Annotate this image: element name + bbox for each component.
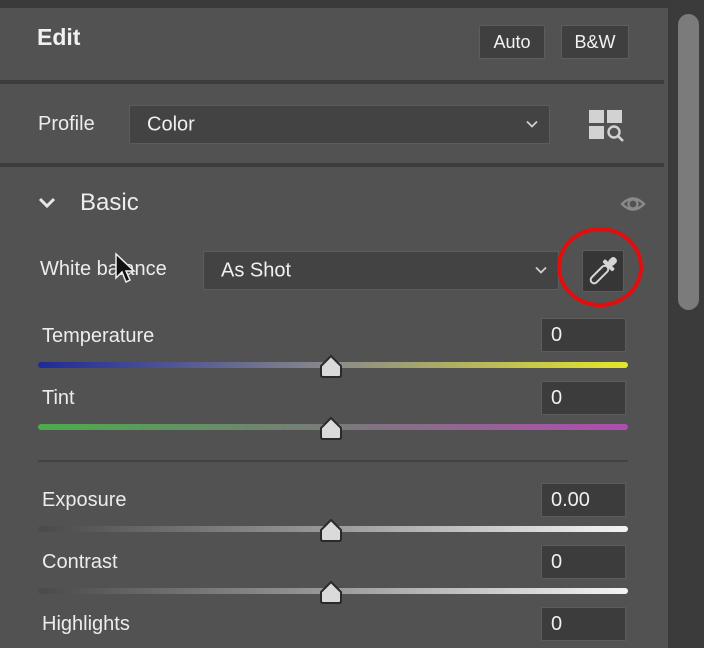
exposure-input[interactable]: 0.00 xyxy=(541,483,626,517)
white-balance-select[interactable]: As Shot xyxy=(203,251,559,290)
slider-label-tint: Tint xyxy=(42,387,75,409)
divider xyxy=(0,163,664,167)
slider-label-temperature: Temperature xyxy=(42,325,155,347)
bw-button[interactable]: B&W xyxy=(561,25,629,59)
chevron-down-icon xyxy=(526,120,538,128)
contrast-input[interactable]: 0 xyxy=(541,545,626,579)
profile-select-value: Color xyxy=(147,113,195,135)
auto-button[interactable]: Auto xyxy=(479,25,545,59)
section-title-basic[interactable]: Basic xyxy=(80,189,139,217)
exposure-slider-thumb[interactable] xyxy=(318,518,344,542)
highlight-annotation-circle xyxy=(557,227,643,307)
white-balance-value: As Shot xyxy=(221,259,292,281)
profile-browser-grid-icon[interactable] xyxy=(589,110,625,144)
slider-label-exposure: Exposure xyxy=(42,489,127,511)
temperature-input[interactable]: 0 xyxy=(541,318,626,352)
panel-title: Edit xyxy=(37,24,81,50)
profile-select[interactable]: Color xyxy=(129,105,550,144)
divider xyxy=(0,80,664,84)
window-top-edge xyxy=(0,0,704,8)
temperature-slider-thumb[interactable] xyxy=(318,354,344,378)
contrast-slider-thumb[interactable] xyxy=(318,580,344,604)
divider xyxy=(38,460,628,462)
profile-label: Profile xyxy=(38,113,95,135)
slider-label-contrast: Contrast xyxy=(42,551,118,573)
white-balance-label: White balance xyxy=(40,258,167,280)
mouse-cursor-icon xyxy=(115,252,136,284)
tint-input[interactable]: 0 xyxy=(541,381,626,415)
chevron-down-icon[interactable] xyxy=(37,196,57,210)
eye-icon[interactable] xyxy=(620,194,646,214)
slider-label-highlights: Highlights xyxy=(42,613,130,635)
tint-slider-thumb[interactable] xyxy=(318,416,344,440)
chevron-down-icon xyxy=(535,266,547,274)
scrollbar-thumb[interactable] xyxy=(678,14,699,310)
